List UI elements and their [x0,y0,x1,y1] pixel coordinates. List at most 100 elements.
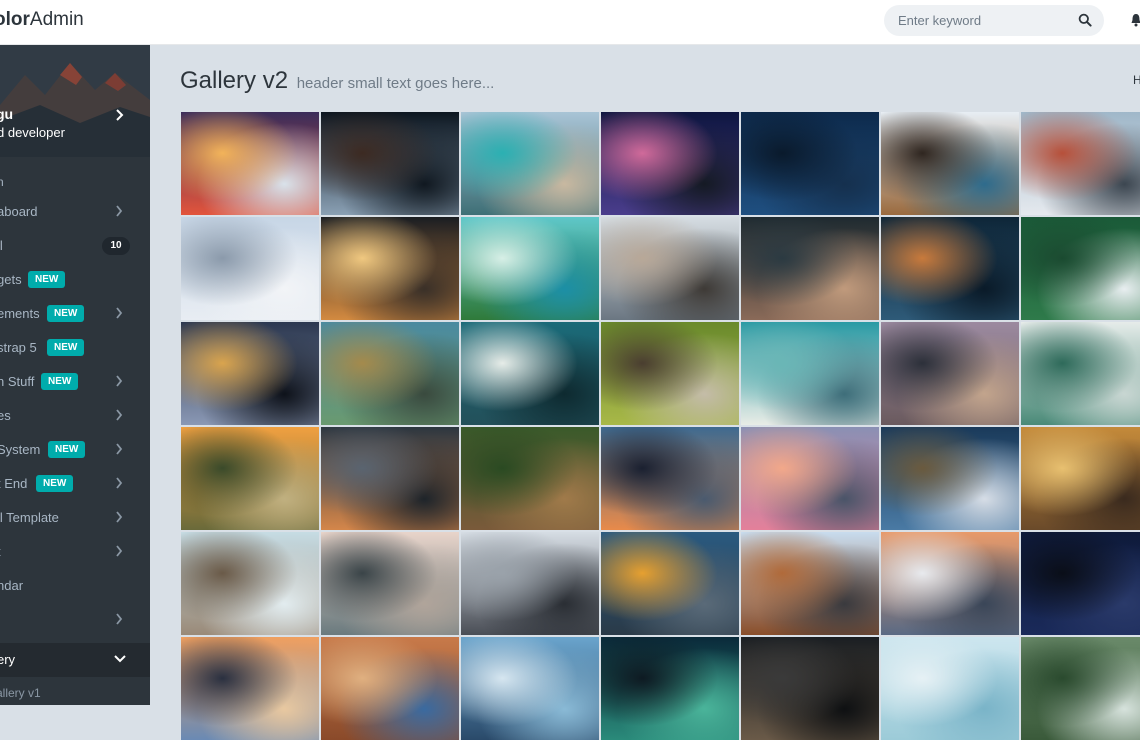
chevron-right-icon [116,477,123,489]
gallery-photo[interactable] [181,322,319,425]
chevron-right-icon [116,545,123,557]
page-subtitle: header small text goes here... [296,75,495,92]
profile-role: d developer [0,125,65,140]
sidebar-item-label: il [0,238,3,253]
sidebar-item-ui-elements[interactable]: ements NEW [0,297,150,331]
sidebar-item-email-template[interactable]: il Template [0,501,150,535]
sidebar-item-label: ery [0,652,16,667]
new-badge: NEW [47,339,85,356]
gallery-photo[interactable] [741,637,879,740]
gallery-photo[interactable] [461,322,599,425]
sidebar-subitem-gallery-v1[interactable]: allery v1 [0,686,41,700]
search-icon[interactable] [1078,13,1092,27]
gallery-photo[interactable] [181,217,319,320]
gallery-photo[interactable] [881,322,1019,425]
sidebar-item-label: System [0,442,41,457]
chevron-right-icon [116,307,123,319]
sidebar-item-calendar[interactable]: ndar [0,569,150,603]
count-badge: 10 [102,237,130,255]
top-header: olorAdmin [0,0,1140,45]
nav-header: n [0,175,4,189]
gallery-photo[interactable] [181,112,319,215]
sidebar-item-front-end[interactable]: t End NEW [0,467,150,501]
gallery-photo[interactable] [461,112,599,215]
brand-logo[interactable]: olorAdmin [0,9,84,31]
gallery-photo[interactable] [321,322,459,425]
sidebar-item-email[interactable]: il 10 [0,229,150,263]
sidebar-item-gallery[interactable]: ery [0,643,150,677]
page-title: Gallery v2 header small text goes here..… [180,67,494,95]
gallery-photo[interactable] [321,532,459,635]
sidebar: gu d developer n aboard il 10 gets NEW e… [0,45,150,705]
sidebar-item-widgets[interactable]: gets NEW [0,263,150,297]
search-box [884,5,1104,36]
gallery-photo[interactable] [601,637,739,740]
gallery-photo[interactable] [1021,532,1140,635]
gallery-photo[interactable] [601,217,739,320]
gallery-photo[interactable] [461,637,599,740]
gallery-photo[interactable] [601,532,739,635]
gallery-photo[interactable] [461,427,599,530]
bell-icon[interactable] [1131,13,1140,27]
sidebar-item-label: t End [0,476,28,491]
gallery-photo[interactable] [601,322,739,425]
gallery-photo[interactable] [741,427,879,530]
gallery-photo[interactable] [601,112,739,215]
sidebar-item-label: t [0,544,1,559]
gallery-photo[interactable] [321,427,459,530]
sidebar-item-tables[interactable]: es [0,399,150,433]
chevron-right-icon [116,109,124,121]
gallery-photo[interactable] [881,427,1019,530]
gallery-photo[interactable] [881,532,1019,635]
gallery-photo[interactable] [461,532,599,635]
gallery-photo[interactable] [881,217,1019,320]
new-badge: NEW [48,441,86,458]
chevron-right-icon [116,443,123,455]
sidebar-item-form-stuff[interactable]: n Stuff NEW [0,365,150,399]
sidebar-item-dashboard[interactable]: aboard [0,195,150,229]
gallery-photo[interactable] [461,217,599,320]
sidebar-item-label: gets [0,272,22,287]
gallery-photo[interactable] [741,217,879,320]
gallery-photo[interactable] [601,427,739,530]
sidebar-item-chart[interactable]: t [0,535,150,569]
gallery-photo[interactable] [321,112,459,215]
gallery-photo[interactable] [181,532,319,635]
chevron-right-icon [116,511,123,523]
search-input[interactable] [898,5,1068,36]
gallery-photo[interactable] [1021,322,1140,425]
brand-bold-text: olor [0,9,30,30]
gallery-photo[interactable] [1021,427,1140,530]
gallery-photo[interactable] [881,637,1019,740]
sidebar-item-label: es [0,408,11,423]
gallery-photo[interactable] [181,427,319,530]
gallery-photo[interactable] [321,217,459,320]
breadcrumb[interactable]: H [1133,73,1140,87]
sidebar-item-map[interactable] [0,603,150,637]
gallery-photo[interactable] [181,637,319,740]
main-content: Gallery v2 header small text goes here..… [150,45,1140,740]
page-title-text: Gallery v2 [180,67,289,94]
brand-light-text: Admin [29,9,84,30]
gallery-photo[interactable] [1021,217,1140,320]
sidebar-item-label: il Template [0,510,59,525]
gallery-photo[interactable] [741,322,879,425]
sidebar-item-label: ements [0,306,40,321]
sidebar-item-pos-system[interactable]: System NEW [0,433,150,467]
gallery-photo[interactable] [741,532,879,635]
sidebar-item-bootstrap[interactable]: strap 5 NEW [0,331,150,365]
gallery-photo[interactable] [741,112,879,215]
sidebar-profile[interactable]: gu d developer [0,45,150,157]
sidebar-item-label: aboard [0,204,38,219]
profile-cover-image [0,45,150,157]
new-badge: NEW [36,475,74,492]
profile-name: gu [0,106,14,122]
gallery-photo[interactable] [321,637,459,740]
gallery-photo[interactable] [1021,112,1140,215]
gallery-photo[interactable] [881,112,1019,215]
photo-gallery [181,112,1140,740]
gallery-photo[interactable] [1021,637,1140,740]
new-badge: NEW [41,373,79,390]
chevron-right-icon [116,205,123,217]
chevron-down-icon [114,655,126,663]
